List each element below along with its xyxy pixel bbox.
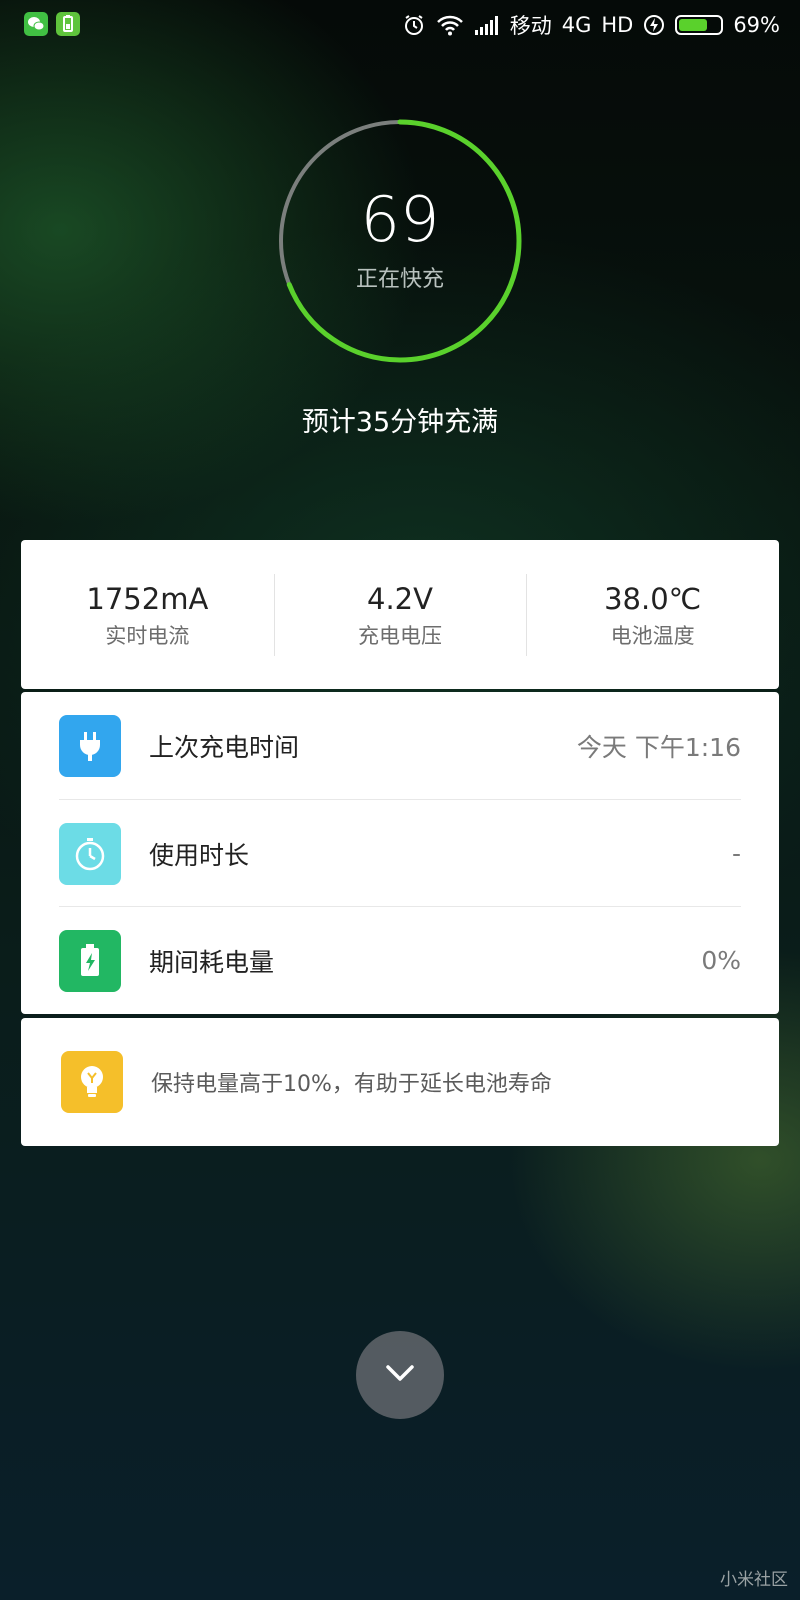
lightbulb-icon <box>61 1051 123 1113</box>
row-value: - <box>731 839 741 868</box>
stat-temperature: 38.0℃ 电池温度 <box>526 540 779 689</box>
battery-bolt-icon <box>59 929 121 992</box>
network-type-label: 4G <box>561 13 592 37</box>
stat-label: 电池温度 <box>610 624 695 648</box>
battery-percent-label: 69% <box>733 13 780 37</box>
row-last-charge-time: 上次充电时间 今天 下午1:16 <box>59 692 741 799</box>
stat-label: 实时电流 <box>105 624 190 648</box>
stat-value: 4.2V <box>367 582 433 616</box>
charge-estimate-text: 预计35分钟充满 <box>301 407 499 438</box>
battery-app-notification-icon <box>56 12 80 36</box>
stat-value: 38.0℃ <box>604 582 702 616</box>
wifi-icon <box>436 14 464 36</box>
collapse-button[interactable] <box>356 1331 444 1419</box>
status-bar: 移动 4G HD 69% <box>0 0 800 50</box>
row-label: 使用时长 <box>149 840 250 870</box>
charge-ring: 69 正在快充 <box>272 113 528 369</box>
row-label: 上次充电时间 <box>149 732 300 762</box>
charging-stats-card: 1752mA 实时电流 4.2V 充电电压 38.0℃ 电池温度 <box>21 540 779 689</box>
stat-label: 充电电压 <box>358 624 442 648</box>
battery-icon <box>675 15 724 35</box>
chevron-down-icon <box>385 1364 415 1386</box>
fast-charge-icon <box>643 14 665 36</box>
hd-voice-label: HD <box>601 13 634 37</box>
row-value: 0% <box>701 946 741 975</box>
alarm-icon <box>402 13 426 37</box>
carrier-label: 移动 <box>509 14 552 38</box>
battery-tip-card: 保持电量高于10%，有助于延长电池寿命 <box>21 1018 779 1146</box>
charging-info-card: 上次充电时间 今天 下午1:16 使用时长 - 期间耗电量 0% <box>21 692 779 1014</box>
charging-status-label: 正在快充 <box>355 267 444 292</box>
tip-text: 保持电量高于10%，有助于延长电池寿命 <box>151 1072 552 1097</box>
watermark-text: 小米社区 <box>720 1570 788 1590</box>
stat-current: 1752mA 实时电流 <box>21 540 274 689</box>
row-label: 期间耗电量 <box>149 947 275 977</box>
wechat-notification-icon <box>24 12 48 36</box>
plug-icon <box>59 714 121 777</box>
row-power-consumed: 期间耗电量 0% <box>59 906 741 1014</box>
battery-level-number: 69 <box>360 183 440 256</box>
stat-voltage: 4.2V 充电电压 <box>273 540 527 689</box>
stat-value: 1752mA <box>86 582 209 616</box>
signal-icon <box>474 15 500 35</box>
stopwatch-icon <box>59 822 121 885</box>
row-usage-duration: 使用时长 - <box>59 799 741 907</box>
row-value: 今天 下午1:16 <box>576 732 741 762</box>
